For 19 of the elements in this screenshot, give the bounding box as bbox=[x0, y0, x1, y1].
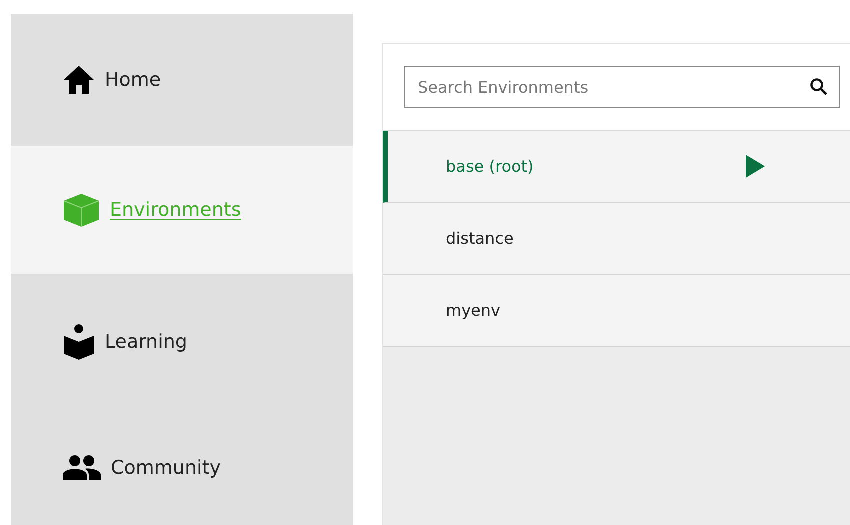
sidebar-item[interactable]: Home bbox=[11, 14, 353, 146]
search-icon[interactable] bbox=[810, 78, 828, 96]
environment-name: myenv bbox=[446, 301, 502, 320]
home-icon bbox=[63, 65, 95, 95]
cube-icon bbox=[63, 192, 100, 228]
sidebar-label[interactable]: Learning bbox=[105, 331, 188, 353]
play-icon[interactable] bbox=[746, 155, 765, 178]
environment-name: base (root) bbox=[446, 157, 535, 176]
search-field[interactable]: Search Environments bbox=[404, 66, 840, 108]
environment-name: distance bbox=[446, 229, 515, 248]
environment-row[interactable]: myenv bbox=[383, 275, 850, 347]
sidebar-item[interactable]: Community bbox=[11, 410, 353, 525]
book-reader-icon bbox=[63, 324, 95, 360]
sidebar-label[interactable]: Community bbox=[111, 456, 221, 478]
environment-row[interactable]: base (root) bbox=[383, 131, 850, 203]
sidebar-item[interactable]: Learning bbox=[11, 274, 353, 410]
sidebar-label[interactable]: Home bbox=[105, 69, 162, 91]
people-icon bbox=[63, 455, 101, 480]
environment-row[interactable]: distance bbox=[383, 203, 850, 275]
